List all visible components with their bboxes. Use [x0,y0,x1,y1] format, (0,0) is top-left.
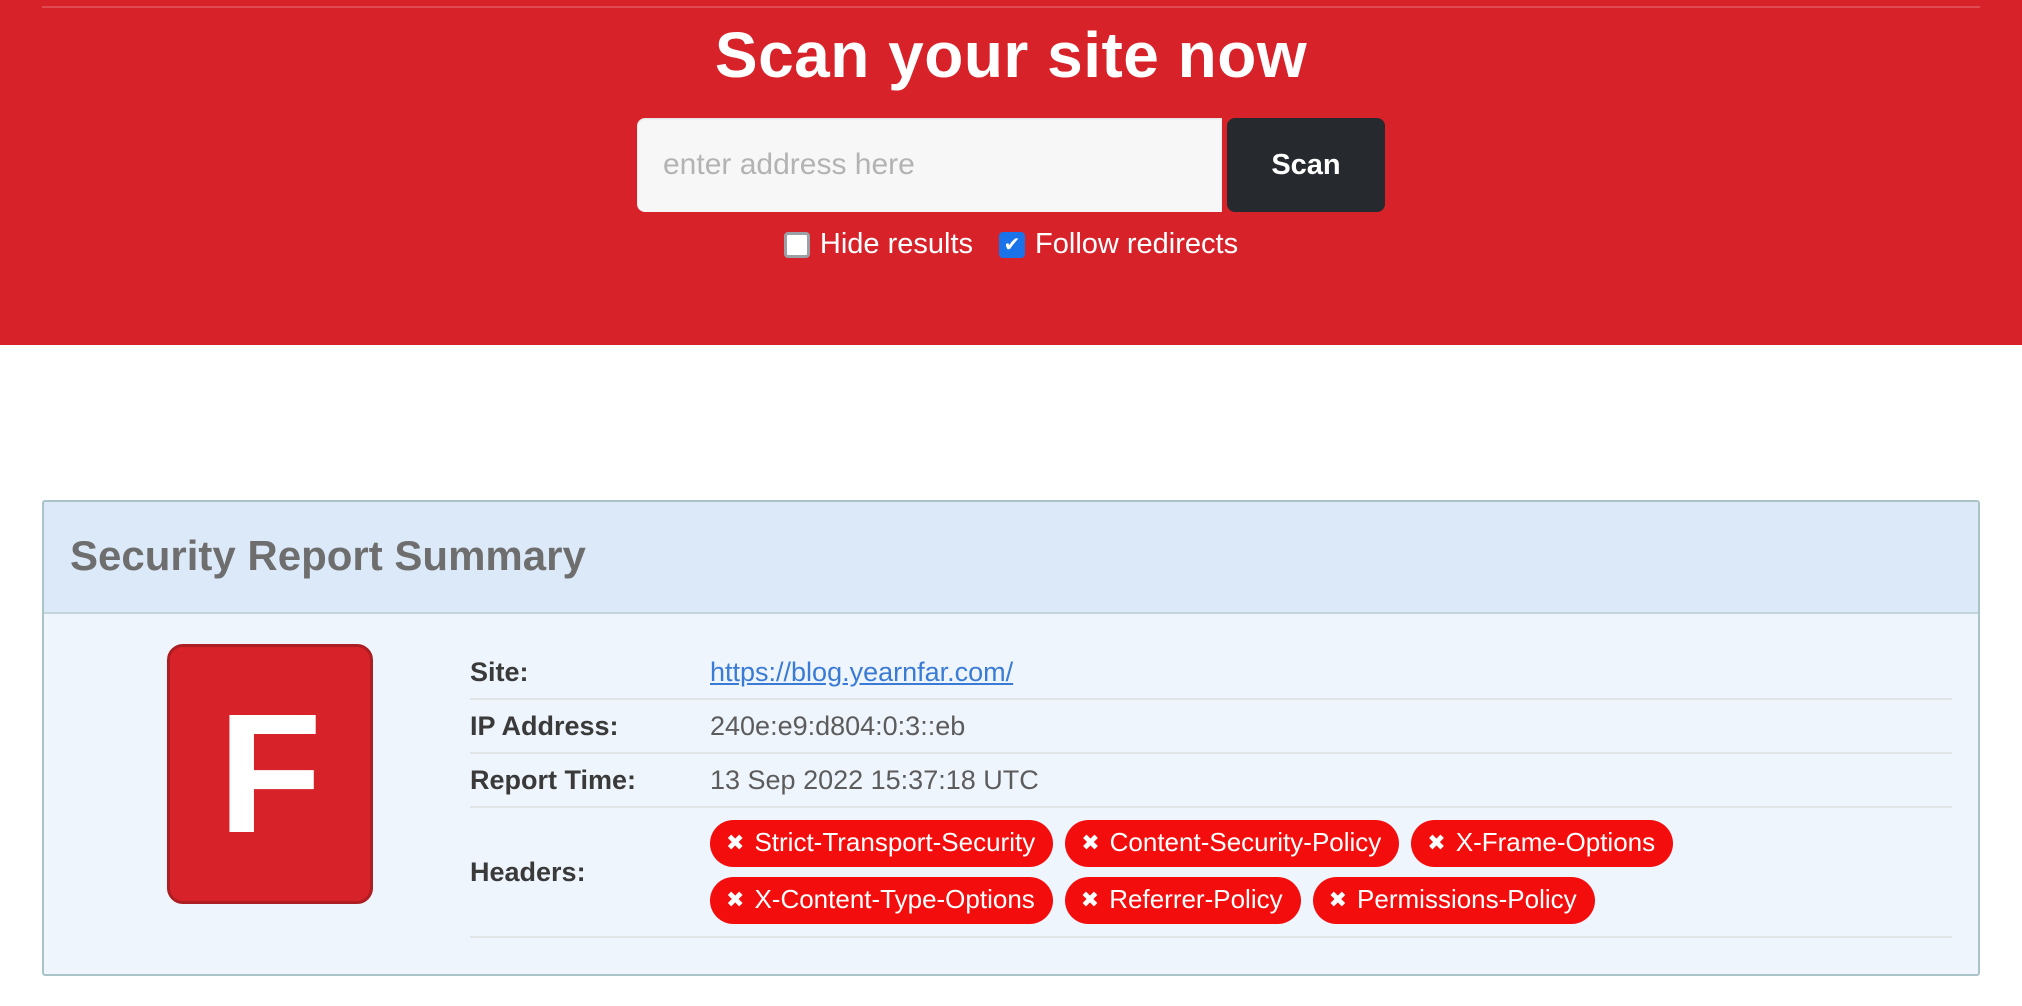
header-badge[interactable]: ✖ X-Content-Type-Options [710,877,1053,924]
grade-area: F [70,640,470,904]
report-details-table: Site: https://blog.yearnfar.com/ IP Addr… [470,640,1952,938]
headers-label: Headers: [470,856,586,887]
cross-icon: ✖ [1427,829,1446,855]
report-area: Security Report Summary F Site: https://… [0,345,2022,976]
address-input[interactable] [637,118,1222,213]
table-row: Report Time: 13 Sep 2022 15:37:18 UTC [470,754,1952,808]
cross-icon: ✖ [1080,886,1100,912]
hero-top-divider [42,6,1980,8]
header-badge[interactable]: ✖ Content-Security-Policy [1065,820,1400,867]
scan-hero: Scan your site now Scan Hide results ✔ F… [0,0,2022,345]
header-badge-label: Strict-Transport-Security [754,827,1036,857]
ip-address-value: 240e:e9:d804:0:3::eb [710,710,966,741]
panel-header: Security Report Summary [44,502,1978,614]
header-badge[interactable]: ✖ Strict-Transport-Security [710,820,1054,867]
site-value: https://blog.yearnfar.com/ [710,657,1013,688]
panel-title: Security Report Summary [70,532,586,579]
security-report-panel: Security Report Summary F Site: https://… [42,500,1980,976]
follow-redirects-label: Follow redirects [1035,228,1239,261]
scan-form: Scan [0,118,2022,213]
header-badge-label: Permissions-Policy [1357,884,1577,914]
header-badge[interactable]: ✖ Referrer-Policy [1064,877,1301,924]
cross-icon: ✖ [1328,886,1348,912]
hide-results-option[interactable]: Hide results [783,228,974,261]
hide-results-checkbox[interactable] [783,231,810,258]
ip-address-label: IP Address: [470,710,619,741]
page-title: Scan your site now [714,19,1308,91]
scan-button[interactable]: Scan [1227,118,1385,213]
header-badge-label: X-Content-Type-Options [754,884,1035,914]
grade-badge: F [167,644,373,904]
scan-options: Hide results ✔ Follow redirects [0,228,2022,261]
follow-redirects-option[interactable]: ✔ Follow redirects [999,228,1238,261]
header-badge-label: Content-Security-Policy [1109,827,1382,857]
header-badge-label: X-Frame-Options [1455,827,1656,857]
header-badge-label: Referrer-Policy [1109,884,1283,914]
cross-icon: ✖ [1081,829,1100,855]
follow-redirects-checkbox[interactable]: ✔ [999,231,1026,258]
panel-body: F Site: https://blog.yearnfar.com/ IP Ad… [44,614,1978,974]
cross-icon: ✖ [726,886,745,912]
report-time-value: 13 Sep 2022 15:37:18 UTC [710,764,1039,795]
header-badge[interactable]: ✖ Permissions-Policy [1312,877,1595,924]
check-icon: ✔ [1003,233,1021,256]
hide-results-label: Hide results [819,228,974,261]
table-row: IP Address: 240e:e9:d804:0:3::eb [470,700,1952,754]
header-badge[interactable]: ✖ X-Frame-Options [1411,820,1674,867]
table-row: Headers: ✖ Strict-Transport-Security ✖ C… [470,808,1952,938]
cross-icon: ✖ [726,829,745,855]
table-row: Site: https://blog.yearnfar.com/ [470,646,1952,700]
site-link[interactable]: https://blog.yearnfar.com/ [710,657,1013,687]
site-label: Site: [470,656,529,687]
missing-headers-list: ✖ Strict-Transport-Security ✖ Content-Se… [710,808,1790,936]
report-time-label: Report Time: [470,764,637,795]
